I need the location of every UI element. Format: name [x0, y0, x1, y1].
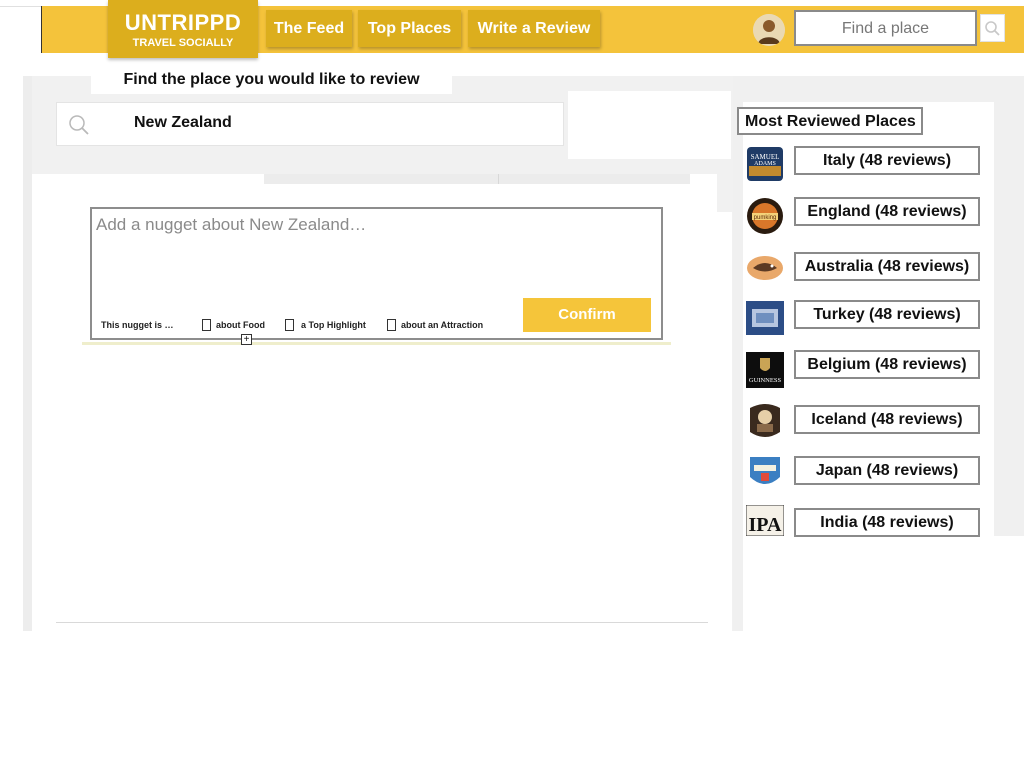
place-item-italy[interactable]: Italy (48 reviews)	[794, 146, 980, 175]
oktoberfest-logo-icon	[746, 453, 784, 489]
place-item-turkey[interactable]: Turkey (48 reviews)	[794, 300, 980, 329]
header-search-input[interactable]: Find a place	[794, 10, 977, 46]
blank-card	[568, 91, 731, 159]
checkbox-top-highlight-label: a Top Highlight	[301, 320, 366, 330]
checkbox-attraction[interactable]	[387, 319, 396, 331]
place-search-input[interactable]	[56, 102, 564, 146]
svg-text:IPA: IPA	[749, 514, 783, 536]
guinness-logo-icon: GUINNESS	[746, 352, 784, 388]
brand-logo[interactable]: UNTRIPPD TRAVEL SOCIALLY	[108, 0, 258, 58]
search-icon	[69, 115, 89, 135]
samuel-adams-logo-icon: SAMUEL ADAMS	[746, 146, 784, 182]
svg-text:SAMUEL: SAMUEL	[751, 153, 780, 161]
header-search-button[interactable]	[980, 14, 1005, 42]
resize-handle-icon[interactable]: +	[241, 334, 252, 345]
brand-title: UNTRIPPD	[124, 10, 242, 35]
place-search-value: New Zealand	[134, 114, 232, 131]
user-avatar-icon	[753, 14, 785, 46]
user-avatar[interactable]	[753, 14, 785, 46]
nav-top-places-button[interactable]: Top Places	[358, 10, 461, 47]
nugget-placeholder: Add a nugget about New Zealand…	[96, 215, 367, 234]
sidebar-footer	[743, 536, 1024, 631]
place-item-belgium[interactable]: Belgium (48 reviews)	[794, 350, 980, 379]
tab-strip	[264, 174, 717, 184]
dogfish-logo-icon	[746, 253, 784, 289]
checkbox-food[interactable]	[202, 319, 211, 331]
review-heading: Find the place you would like to review	[91, 66, 452, 94]
tab-strip-end-white	[690, 174, 717, 212]
place-item-england[interactable]: England (48 reviews)	[794, 197, 980, 226]
tab-divider	[498, 174, 499, 184]
svg-text:GUINNESS: GUINNESS	[749, 377, 782, 384]
content-divider	[56, 622, 708, 623]
sidebar-right-gutter	[994, 102, 1024, 536]
blue-label-logo-icon	[746, 301, 784, 337]
review-panel-edge	[23, 76, 32, 631]
place-item-india[interactable]: India (48 reviews)	[794, 508, 980, 537]
place-item-iceland[interactable]: Iceland (48 reviews)	[794, 405, 980, 434]
brand-tagline: TRAVEL SOCIALLY	[132, 37, 234, 49]
sidebar-title: Most Reviewed Places	[737, 107, 923, 135]
nugget-type-label: This nugget is …	[101, 320, 174, 330]
checkbox-food-label: about Food	[216, 320, 265, 330]
svg-text:pumking: pumking	[754, 215, 777, 221]
place-item-japan[interactable]: Japan (48 reviews)	[794, 456, 980, 485]
checkbox-attraction-label: about an Attraction	[401, 320, 484, 330]
checkbox-top-highlight[interactable]	[285, 319, 294, 331]
pumking-logo-icon: pumking	[746, 197, 784, 234]
search-icon	[985, 21, 1000, 36]
portrait-label-logo-icon	[746, 402, 784, 438]
nav-write-review-button[interactable]: Write a Review	[468, 10, 600, 47]
confirm-button[interactable]: Confirm	[523, 298, 651, 332]
nugget-underline	[82, 342, 671, 345]
svg-text:ADAMS: ADAMS	[754, 161, 776, 167]
ipa-logo-icon: IPA	[745, 504, 785, 541]
nav-the-feed-button[interactable]: The Feed	[266, 10, 352, 47]
place-item-australia[interactable]: Australia (48 reviews)	[794, 252, 980, 281]
